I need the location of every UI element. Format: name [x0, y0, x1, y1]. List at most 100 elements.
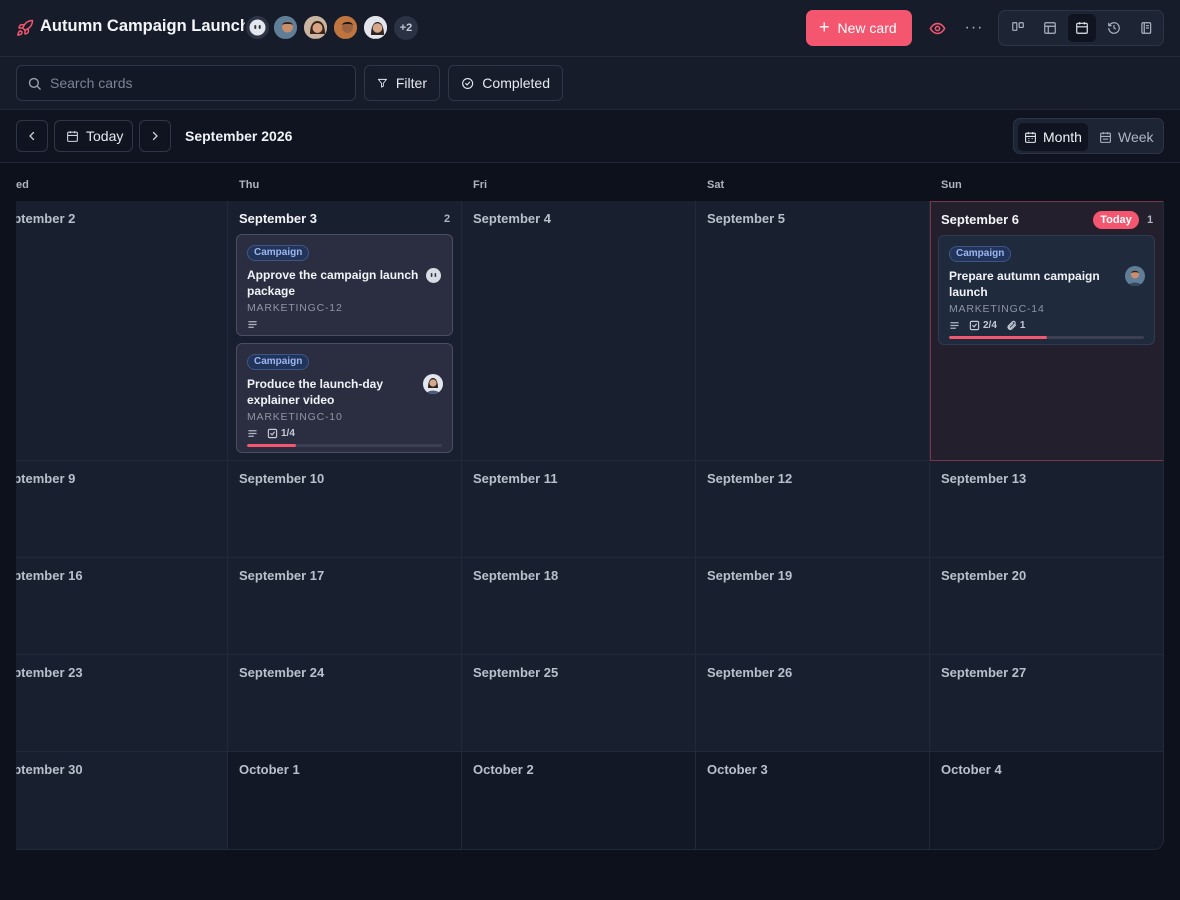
- day-cell[interactable]: September 18: [462, 558, 696, 655]
- progress-fill: [949, 336, 1047, 339]
- day-cell[interactable]: eptember 9: [16, 461, 228, 558]
- completed-toggle[interactable]: Completed: [448, 65, 563, 101]
- day-cell[interactable]: eptember 30: [16, 752, 228, 849]
- day-cell[interactable]: September 20: [930, 558, 1163, 655]
- member-avatar[interactable]: [272, 14, 299, 41]
- day-cell[interactable]: September 17: [228, 558, 462, 655]
- card-title: Approve the campaign launch package: [247, 268, 419, 298]
- day-cell[interactable]: September 26: [696, 655, 930, 752]
- prev-month-button[interactable]: [16, 120, 48, 152]
- checklist-icon: [267, 428, 278, 438]
- day-cell[interactable]: September 25: [462, 655, 696, 752]
- day-cell[interactable]: September 19: [696, 558, 930, 655]
- month-view-button[interactable]: Month: [1018, 123, 1088, 151]
- table-icon: [1044, 22, 1056, 34]
- day-number: October 3: [707, 762, 768, 777]
- card[interactable]: Campaign Produce the launch-day explaine…: [236, 343, 453, 453]
- board-title: Autumn Campaign Launch: [40, 17, 250, 35]
- card-meta: [247, 317, 442, 331]
- more-options-button[interactable]: ···: [962, 16, 986, 40]
- description-icon: [248, 320, 257, 328]
- rocket-icon: [17, 19, 34, 36]
- day-cell[interactable]: October 3: [696, 752, 930, 849]
- search-input[interactable]: [50, 75, 340, 91]
- day-cell[interactable]: September 5: [696, 201, 930, 461]
- card-meta: 1/4: [247, 426, 442, 440]
- doc-view-button[interactable]: [1132, 14, 1160, 42]
- assignee-avatar[interactable]: [426, 268, 441, 283]
- day-cell[interactable]: eptember 2: [16, 201, 228, 461]
- card[interactable]: Campaign Approve the campaign launch pac…: [236, 234, 453, 336]
- new-card-label: New card: [837, 20, 897, 36]
- day-cell[interactable]: September 11: [462, 461, 696, 558]
- history-icon: [1108, 22, 1120, 34]
- day-number: October 4: [941, 762, 1002, 777]
- table-view-button[interactable]: [1036, 14, 1064, 42]
- day-number: September 18: [473, 568, 559, 583]
- day-cell[interactable]: September 12: [696, 461, 930, 558]
- eye-icon: [929, 22, 945, 34]
- day-number: eptember 16: [16, 568, 83, 583]
- day-cell[interactable]: October 4: [930, 752, 1163, 849]
- day-cell[interactable]: September 4: [462, 201, 696, 461]
- assignee-avatar[interactable]: [1125, 266, 1145, 286]
- card-title: Produce the launch-day explainer video: [247, 377, 384, 407]
- toolbar: Filter Completed: [0, 57, 1180, 110]
- search-box[interactable]: [16, 65, 356, 101]
- member-avatar[interactable]: [362, 14, 389, 41]
- member-avatar[interactable]: [332, 14, 359, 41]
- board-view-button[interactable]: [1004, 14, 1032, 42]
- attachment-count: 1: [1019, 319, 1026, 331]
- day-cell[interactable]: September 13: [930, 461, 1163, 558]
- day-header: Fri: [473, 179, 488, 191]
- attachment-meta: 1: [1006, 319, 1026, 331]
- day-cell[interactable]: September 27: [930, 655, 1163, 752]
- day-cell[interactable]: October 2: [462, 752, 696, 849]
- day-cell[interactable]: October 1: [228, 752, 462, 849]
- day-number: September 13: [941, 471, 1027, 486]
- member-avatar[interactable]: [302, 14, 329, 41]
- day-number: September 12: [707, 471, 793, 486]
- day-number: September 4: [473, 211, 552, 226]
- day-number: September 10: [239, 471, 325, 486]
- day-number: October 2: [473, 762, 534, 777]
- card[interactable]: Campaign Prepare autumn campaign launch …: [938, 235, 1155, 345]
- month-grid: eptember 2 September 3 2 Campaign Approv…: [16, 201, 1164, 850]
- card-tag: Campaign: [247, 245, 310, 261]
- card-id: MARKETINGC-10: [247, 411, 343, 423]
- day-cell[interactable]: September 10: [228, 461, 462, 558]
- filter-button[interactable]: Filter: [364, 65, 440, 101]
- completed-label: Completed: [482, 75, 550, 91]
- day-cell[interactable]: eptember 23: [16, 655, 228, 752]
- app-header: Autumn Campaign Launch +2 + New card ···: [0, 0, 1180, 57]
- watch-button[interactable]: [925, 16, 949, 40]
- chevron-right-icon: [152, 131, 158, 141]
- calendar-icon: [1025, 131, 1036, 143]
- new-card-button[interactable]: + New card: [806, 10, 912, 46]
- week-view-button[interactable]: Week: [1093, 123, 1160, 151]
- timeline-view-button[interactable]: [1100, 14, 1128, 42]
- day-header: Sun: [941, 179, 962, 191]
- day-header: Sat: [707, 179, 725, 191]
- card-tag: Campaign: [247, 354, 310, 370]
- view-switcher: [998, 10, 1164, 46]
- day-cell[interactable]: September 3 2 Campaign Approve the campa…: [228, 201, 462, 461]
- day-number: eptember 30: [16, 762, 83, 777]
- more-members-count[interactable]: +2: [394, 16, 418, 40]
- calendar-view-button[interactable]: [1068, 14, 1096, 42]
- day-cell[interactable]: September 24: [228, 655, 462, 752]
- bot-avatar[interactable]: [244, 14, 271, 41]
- day-cell-today[interactable]: September 6 Today 1 Campaign Prepare aut…: [930, 201, 1163, 461]
- day-number: eptember 2: [16, 211, 76, 226]
- day-cell[interactable]: eptember 16: [16, 558, 228, 655]
- week-view-label: Week: [1118, 129, 1154, 145]
- today-button[interactable]: Today: [54, 120, 133, 152]
- assignee-avatar[interactable]: [423, 374, 443, 394]
- month-view-label: Month: [1043, 129, 1082, 145]
- next-month-button[interactable]: [139, 120, 171, 152]
- day-number: September 6: [941, 212, 1020, 227]
- kanban-icon: [1012, 22, 1024, 31]
- day-number: September 5: [707, 211, 786, 226]
- search-icon: [28, 77, 41, 90]
- day-header: Thu: [239, 179, 260, 191]
